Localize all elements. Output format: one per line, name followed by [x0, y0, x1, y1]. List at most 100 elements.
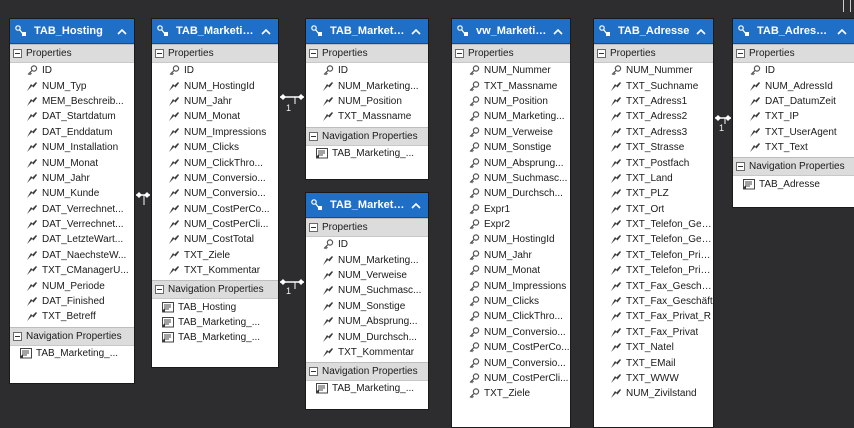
property-row[interactable]: NUM_Jahr — [152, 94, 278, 109]
key-property-row[interactable]: NUM_Sonstige — [452, 140, 570, 155]
property-row[interactable]: MEM_Beschreib... — [10, 94, 134, 109]
collapse-chevron-icon[interactable] — [695, 26, 707, 36]
collapse-chevron-icon[interactable] — [116, 26, 128, 36]
property-row[interactable]: DAT_Enddatum — [10, 125, 134, 140]
property-row[interactable]: TXT_Fax_Privat — [594, 325, 713, 340]
key-property-row[interactable]: NUM_Position — [452, 94, 570, 109]
key-property-row[interactable]: NUM_Marketing... — [452, 109, 570, 124]
navigation-section-header[interactable]: Navigation Properties — [306, 362, 428, 382]
property-row[interactable]: TXT_EMail — [594, 355, 713, 370]
key-property-row[interactable]: ID — [306, 237, 428, 252]
property-row[interactable]: NUM_Impressions — [152, 125, 278, 140]
property-row[interactable]: NUM_CostPerCli... — [152, 217, 278, 232]
property-row[interactable]: NUM_Typ — [10, 78, 134, 93]
property-row[interactable]: TXT_UserAgent — [733, 125, 854, 140]
collapse-section-icon[interactable] — [309, 131, 318, 141]
collapse-chevron-icon[interactable] — [836, 26, 848, 36]
key-property-row[interactable]: NUM_Monat — [452, 263, 570, 278]
navigation-section-header[interactable]: Navigation Properties — [10, 326, 134, 346]
entity-header[interactable]: TAB_Adresse — [594, 19, 713, 44]
collapse-section-icon[interactable] — [455, 49, 464, 58]
property-row[interactable]: TXT_Natel — [594, 340, 713, 355]
key-property-row[interactable]: NUM_Suchmasc... — [452, 171, 570, 186]
property-row[interactable]: DAT_NaechsteW... — [10, 248, 134, 263]
property-row[interactable]: NUM_CostPerCo... — [152, 202, 278, 217]
collapse-chevron-icon[interactable] — [552, 26, 564, 36]
navigation-property-row[interactable]: TAB_Marketing_... — [152, 330, 278, 345]
entity-header[interactable]: TAB_Adresse_... — [733, 19, 854, 44]
collapse-section-icon[interactable] — [309, 49, 318, 58]
property-row[interactable]: NUM_Conversio... — [152, 186, 278, 201]
key-property-row[interactable]: NUM_CostPerCo... — [452, 340, 570, 355]
key-property-row[interactable]: TXT_Ziele — [452, 386, 570, 401]
entity-tab-marketing-3[interactable]: TAB_Marketin... Properties ID NUM_Marketing… — [305, 192, 429, 410]
entity-header[interactable]: TAB_Marketin... — [306, 193, 428, 218]
key-property-row[interactable]: NUM_ClickThro... — [452, 309, 570, 324]
collapse-section-icon[interactable] — [736, 162, 745, 172]
property-row[interactable]: TXT_Betreff — [10, 309, 134, 324]
property-row[interactable]: TXT_Telefon_Ges... — [594, 232, 713, 247]
property-row[interactable]: NUM_Monat — [10, 155, 134, 170]
property-row[interactable]: NUM_Marketing... — [306, 252, 428, 267]
property-row[interactable]: NUM_Jahr — [10, 171, 134, 186]
property-row[interactable]: DAT_Finished — [10, 294, 134, 309]
property-row[interactable]: TXT_Ort — [594, 202, 713, 217]
navigation-property-row[interactable]: TAB_Marketing_... — [10, 346, 134, 361]
navigation-property-row[interactable]: TAB_Marketing_... — [306, 146, 428, 161]
collapse-section-icon[interactable] — [13, 331, 22, 341]
property-row[interactable]: NUM_Installation — [10, 140, 134, 155]
key-property-row[interactable]: Expr1 — [452, 202, 570, 217]
property-row[interactable]: TXT_Adress2 — [594, 109, 713, 124]
collapse-section-icon[interactable] — [155, 49, 164, 58]
navigation-property-row[interactable]: TAB_Adresse — [733, 176, 854, 191]
property-row[interactable]: DAT_Startdatum — [10, 109, 134, 124]
entity-header[interactable]: TAB_Marketin... — [306, 19, 428, 44]
properties-section-header[interactable]: Properties — [152, 44, 278, 63]
property-row[interactable]: NUM_Kunde — [10, 186, 134, 201]
property-row[interactable]: TXT_IP — [733, 109, 854, 124]
property-row[interactable]: NUM_CostTotal — [152, 232, 278, 247]
navigation-section-header[interactable]: Navigation Properties — [306, 126, 428, 146]
property-row[interactable]: TXT_Kommentar — [152, 263, 278, 278]
entity-tab-marketing-1[interactable]: TAB_Marketin... Properties ID NUM_HostingId… — [151, 18, 279, 368]
collapse-chevron-icon[interactable] — [260, 26, 272, 36]
key-property-row[interactable]: ID — [10, 63, 134, 78]
key-property-row[interactable]: NUM_Durchsch... — [452, 186, 570, 201]
collapse-section-icon[interactable] — [309, 223, 318, 232]
property-row[interactable]: DAT_Verrechnet... — [10, 202, 134, 217]
entity-header[interactable]: TAB_Marketin... — [152, 19, 278, 44]
key-property-row[interactable]: ID — [152, 63, 278, 78]
property-row[interactable]: DAT_LetzteWart... — [10, 232, 134, 247]
key-property-row[interactable]: NUM_Conversio... — [452, 355, 570, 370]
navigation-property-row[interactable]: TAB_Marketing_... — [306, 381, 428, 396]
property-row[interactable]: TXT_PLZ — [594, 186, 713, 201]
key-property-row[interactable]: NUM_HostingId — [452, 232, 570, 247]
collapse-chevron-icon[interactable] — [410, 200, 422, 210]
key-property-row[interactable]: ID — [733, 63, 854, 78]
property-row[interactable]: TXT_Land — [594, 171, 713, 186]
key-property-row[interactable]: NUM_Verweise — [452, 125, 570, 140]
property-row[interactable]: NUM_Conversio... — [152, 171, 278, 186]
property-row[interactable]: NUM_AdressId — [733, 78, 854, 93]
key-property-row[interactable]: TXT_Massname — [452, 78, 570, 93]
entity-tab-hosting[interactable]: TAB_Hosting Properties ID NUM_Typ MEM_Beschr… — [9, 18, 135, 384]
property-row[interactable]: TXT_Kommentar — [306, 345, 428, 360]
collapse-section-icon[interactable] — [309, 367, 318, 377]
property-row[interactable]: TXT_Telefon_Priv... — [594, 248, 713, 263]
property-row[interactable]: TXT_CManagerU... — [10, 263, 134, 278]
entity-tab-marketing-2[interactable]: TAB_Marketin... Properties ID NUM_Marketing… — [305, 18, 429, 180]
key-property-row[interactable]: NUM_Conversio... — [452, 325, 570, 340]
property-row[interactable]: NUM_Durchsch... — [306, 329, 428, 344]
properties-section-header[interactable]: Properties — [10, 44, 134, 63]
key-property-row[interactable]: NUM_Nummer — [452, 63, 570, 78]
property-row[interactable]: TXT_Postfach — [594, 155, 713, 170]
properties-section-header[interactable]: Properties — [733, 44, 854, 63]
property-row[interactable]: TXT_Telefon_Priv... — [594, 263, 713, 278]
property-row[interactable]: NUM_Monat — [152, 109, 278, 124]
collapse-section-icon[interactable] — [13, 49, 22, 58]
collapse-chevron-icon[interactable] — [410, 26, 422, 36]
property-row[interactable]: TXT_WWW — [594, 371, 713, 386]
entity-tab-adresse-2[interactable]: TAB_Adresse_... Properties ID NUM_AdressId D… — [732, 18, 854, 208]
property-row[interactable]: TXT_Strasse — [594, 140, 713, 155]
key-property-row[interactable]: Expr2 — [452, 217, 570, 232]
